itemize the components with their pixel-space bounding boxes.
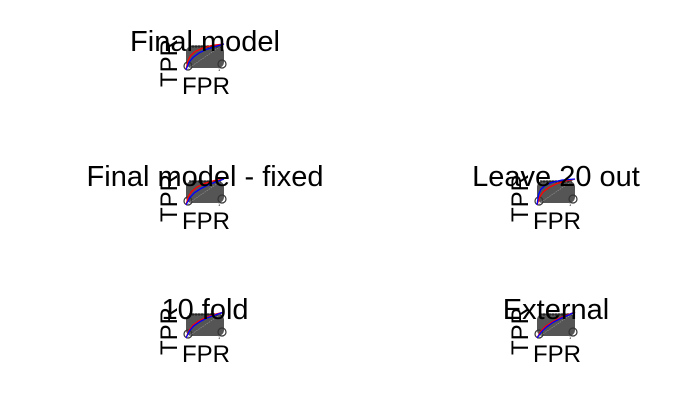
- y-axis-label: TPR: [156, 307, 183, 355]
- x-axis-label: FPR: [182, 73, 230, 100]
- x-axis-label: FPR: [182, 208, 230, 235]
- y-axis-label: TPR: [507, 174, 534, 222]
- panel-title: Final model: [130, 26, 280, 58]
- x-axis-label: FPR: [533, 341, 581, 368]
- panel-title: Final model - fixed: [87, 161, 324, 193]
- y-axis-label: TPR: [156, 39, 183, 87]
- panel-title: Leave 20 out: [472, 161, 640, 193]
- x-axis-label: FPR: [533, 208, 581, 235]
- roc-panel: 1ExternalFPRTPR: [503, 294, 609, 368]
- roc-panel-grid: 1 Final model FPR TPR 1 Final model - fixed FP…: [0, 0, 699, 403]
- roc-panel: 110 foldFPRTPR: [156, 294, 249, 368]
- y-axis-label: TPR: [507, 307, 534, 355]
- x-axis-label: FPR: [182, 341, 230, 368]
- roc-panel: 1Leave 20 outFPRTPR: [472, 161, 640, 235]
- y-axis-label: TPR: [156, 174, 183, 222]
- roc-panel: 1Final modelFPRTPR: [130, 26, 280, 100]
- roc-figure: 1Final modelFPRTPR1Final model - fixedFP…: [87, 26, 640, 368]
- roc-panel: 1Final model - fixedFPRTPR: [87, 161, 324, 235]
